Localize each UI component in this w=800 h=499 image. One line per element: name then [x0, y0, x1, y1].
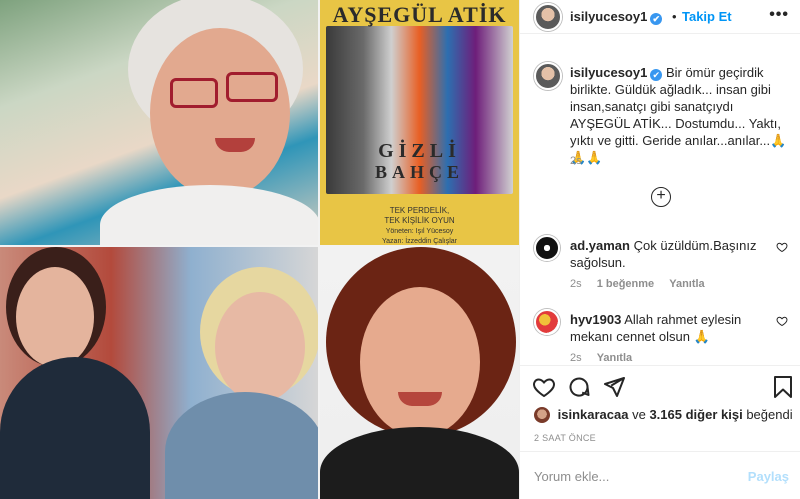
- actions-divider: [520, 365, 800, 366]
- glasses-right-lens: [226, 72, 278, 102]
- photo-tile-two-women: [0, 247, 318, 499]
- likes-suffix: beğendi: [746, 407, 793, 422]
- caption-text: Bir ömür geçirdik birlikte. Güldük ağlad…: [570, 65, 787, 165]
- poster-credit-director: Yöneten: Işıl Yücesoy: [385, 228, 454, 235]
- poster-credit-writer: Yazan: İzzeddin Çalışlar: [382, 238, 457, 245]
- liker-avatar[interactable]: [534, 407, 550, 423]
- poster-subtitle-line2: TEK KİŞİLİK OYUN: [384, 216, 455, 225]
- jacket-shape: [0, 357, 150, 499]
- save-bookmark-icon[interactable]: [771, 375, 795, 399]
- dress-shape: [100, 185, 318, 245]
- author-username-text[interactable]: isilyucesoy1: [570, 9, 647, 24]
- photo-tile-curly-hair-woman: [320, 247, 519, 499]
- likes-others-count[interactable]: 3.165 diğer kişi: [649, 407, 742, 422]
- glasses-left-lens: [170, 78, 218, 108]
- poster-subtitle-line1: TEK PERDELİK,: [389, 206, 450, 215]
- post-media[interactable]: AYŞEGÜL ATİK GİZLİ BAHÇE TEK PERDELİK, T…: [0, 0, 519, 499]
- caption-username[interactable]: isilyucesoy1: [570, 65, 647, 80]
- verified-badge-icon: ✔: [650, 13, 663, 25]
- comment-body: ad.yaman Çok üzüldüm.Başınız sağolsun.: [570, 237, 765, 271]
- comment-like-count[interactable]: 1 beğenme: [597, 278, 654, 290]
- likes-summary: isinkaracaa ve 3.165 diğer kişi beğendi: [534, 407, 793, 423]
- like-heart-icon[interactable]: [532, 375, 556, 399]
- photo-tile-play-poster: AYŞEGÜL ATİK GİZLİ BAHÇE TEK PERDELİK, T…: [320, 0, 519, 245]
- comment-body: hyv1903 Allah rahmet eylesin mekanı cenn…: [570, 311, 765, 345]
- face-shape: [16, 267, 94, 367]
- caption-body: isilyucesoy1 ✔ Bir ömür geçirdik birlikte…: [570, 64, 792, 166]
- liker-username[interactable]: isinkaracaa: [558, 407, 629, 422]
- load-more-comments-icon[interactable]: +: [651, 187, 671, 207]
- commenter-avatar[interactable]: [534, 309, 560, 335]
- author-username[interactable]: isilyucesoy1 ✔: [570, 9, 663, 25]
- comment-like-heart-icon[interactable]: [776, 315, 788, 327]
- add-comment-bar: Paylaş: [520, 451, 800, 499]
- face-shape: [360, 287, 480, 437]
- caption-timestamp[interactable]: 2s: [570, 155, 582, 167]
- commenter-avatar[interactable]: [534, 235, 560, 261]
- caption-avatar[interactable]: [534, 62, 562, 90]
- comment-timestamp[interactable]: 2s: [570, 278, 582, 290]
- poster-play-name-line2: BAHÇE: [374, 162, 464, 182]
- header-separator-dot: •: [672, 9, 677, 24]
- top-shape: [320, 427, 519, 499]
- comment-input[interactable]: [534, 466, 744, 486]
- face-shape: [150, 28, 290, 198]
- share-paper-plane-icon[interactable]: [602, 375, 626, 399]
- verified-badge-icon: ✔: [650, 69, 663, 81]
- post-header: isilyucesoy1 ✔ • Takip Et •••: [520, 0, 800, 34]
- face-shape: [215, 292, 305, 402]
- likes-connector: ve: [632, 407, 646, 422]
- comment-reply-button[interactable]: Yanıtla: [669, 278, 704, 290]
- photo-tile-glasses-woman: [0, 0, 318, 245]
- comment-like-heart-icon[interactable]: [776, 241, 788, 253]
- commenter-username[interactable]: ad.yaman: [570, 238, 630, 253]
- follow-button[interactable]: Takip Et: [682, 9, 732, 24]
- poster-title: AYŞEGÜL ATİK: [332, 2, 507, 27]
- post-panel: isilyucesoy1 ✔ • Takip Et ••• isilyucesoy…: [519, 0, 800, 499]
- comment-timestamp[interactable]: 2s: [570, 352, 582, 364]
- more-options-icon[interactable]: •••: [769, 6, 789, 24]
- author-avatar[interactable]: [534, 3, 562, 31]
- comment-bubble-icon[interactable]: [567, 375, 591, 399]
- post-timestamp[interactable]: 2 SAAT ÖNCE: [534, 433, 596, 443]
- comment-reply-button[interactable]: Yanıtla: [597, 352, 632, 364]
- comment-meta: 2s 1 beğenme Yanıtla: [570, 278, 717, 290]
- comment-meta: 2s Yanıtla: [570, 352, 644, 364]
- shirt-shape: [165, 392, 318, 499]
- poster-play-name-line1: GİZLİ: [378, 140, 461, 162]
- commenter-username[interactable]: hyv1903: [570, 312, 621, 327]
- post-comment-button[interactable]: Paylaş: [748, 469, 789, 484]
